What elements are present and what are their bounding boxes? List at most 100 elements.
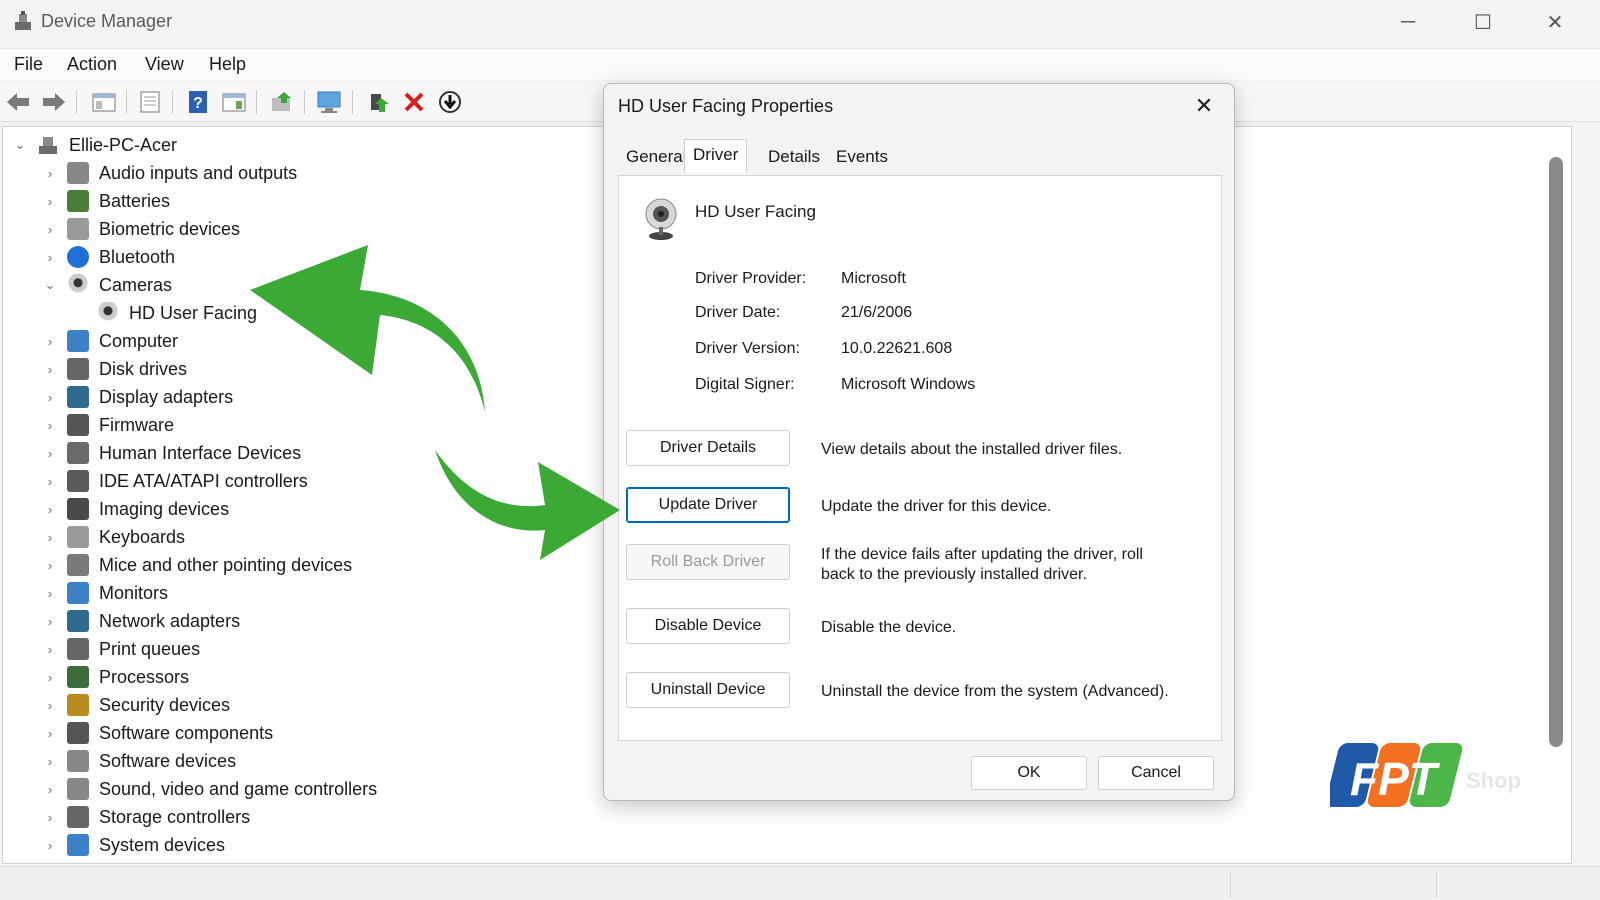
chevron-right-icon[interactable]: › — [43, 334, 57, 349]
chevron-right-icon[interactable]: › — [43, 810, 57, 825]
back-button[interactable] — [4, 88, 32, 116]
chevron-right-icon[interactable]: › — [43, 250, 57, 265]
disable-device-button[interactable] — [436, 88, 464, 116]
toolbar-separator — [172, 90, 173, 114]
tab-events[interactable]: Events — [828, 142, 896, 172]
properties-button[interactable] — [136, 88, 164, 116]
roll-back-driver-desc: If the device fails after updating the d… — [821, 546, 1143, 583]
webcam-icon — [645, 198, 677, 240]
monitor-icon — [67, 582, 89, 604]
chevron-right-icon[interactable]: › — [43, 362, 57, 377]
chevron-right-icon[interactable]: › — [43, 194, 57, 209]
menu-action[interactable]: Action — [67, 54, 117, 75]
dialog-close-button[interactable]: ✕ — [1184, 90, 1224, 122]
tree-item-label: Human Interface Devices — [99, 443, 302, 463]
system-device-icon — [67, 834, 89, 856]
vertical-scrollbar[interactable] — [1549, 157, 1563, 747]
scan-hardware-button[interactable] — [316, 88, 344, 116]
chevron-right-icon[interactable]: › — [43, 782, 57, 797]
printer-icon — [67, 638, 89, 660]
show-hide-console-tree-button[interactable] — [90, 88, 118, 116]
chevron-right-icon[interactable]: › — [43, 614, 57, 629]
tab-details[interactable]: Details — [760, 142, 828, 172]
red-x-icon — [404, 92, 424, 112]
chevron-right-icon[interactable]: › — [43, 474, 57, 489]
enable-device-button[interactable] — [364, 88, 392, 116]
chevron-down-icon[interactable]: ⌄ — [13, 137, 27, 152]
chevron-right-icon[interactable]: › — [43, 670, 57, 685]
device-manager-icon — [15, 11, 31, 30]
menu-view[interactable]: View — [145, 54, 184, 75]
uninstall-device-button[interactable] — [400, 88, 428, 116]
computer-icon — [67, 330, 89, 352]
chevron-right-icon[interactable]: › — [43, 558, 57, 573]
minimize-button[interactable]: ─ — [1385, 6, 1431, 38]
menu-file[interactable]: File — [14, 54, 43, 75]
ide-controller-icon — [67, 470, 89, 492]
update-driver-desc: Update the driver for this device. — [821, 498, 1052, 515]
menu-help[interactable]: Help — [209, 54, 246, 75]
digital-signer-value: Microsoft Windows — [841, 376, 976, 393]
driver-details-button[interactable]: Driver Details — [626, 430, 790, 466]
title-bar: Device Manager ─ ☐ ✕ — [0, 0, 1600, 44]
device-manager-window: Device Manager ─ ☐ ✕ File Action View He… — [0, 0, 1600, 900]
tree-item-label: System devices — [99, 835, 226, 855]
disable-device-button[interactable]: Disable Device — [626, 608, 790, 644]
tree-item-label: Keyboards — [99, 527, 186, 547]
forward-button[interactable] — [40, 88, 68, 116]
chevron-right-icon[interactable]: › — [43, 166, 57, 181]
tree-item-label: Storage controllers — [99, 807, 251, 827]
chevron-right-icon[interactable]: › — [43, 586, 57, 601]
disk-drive-icon — [67, 358, 89, 380]
chevron-right-icon[interactable]: › — [43, 502, 57, 517]
ok-button[interactable]: OK — [971, 756, 1087, 790]
help-icon: ? — [189, 91, 207, 113]
firmware-icon — [67, 414, 89, 436]
disable-device-desc: Disable the device. — [821, 619, 957, 636]
update-driver-toolbar-button[interactable] — [268, 88, 296, 116]
tree-item-label: Computer — [99, 331, 179, 351]
tree-item-label: Cameras — [99, 275, 173, 295]
fpt-logo: FPT — [1330, 743, 1463, 807]
chevron-right-icon[interactable]: › — [43, 446, 57, 461]
chevron-right-icon[interactable]: › — [43, 418, 57, 433]
action-pane-button[interactable] — [220, 88, 248, 116]
chevron-right-icon[interactable]: › — [43, 642, 57, 657]
tree-item-label: Sound, video and game controllers — [99, 779, 378, 799]
scan-hardware-icon — [317, 91, 341, 113]
chevron-right-icon[interactable]: › — [43, 754, 57, 769]
roll-back-driver-button[interactable]: Roll Back Driver — [626, 544, 790, 580]
arrow-right-icon — [43, 93, 65, 111]
tree-root-label: Ellie-PC-Acer — [69, 135, 178, 155]
status-divider — [1230, 871, 1231, 897]
chevron-right-icon[interactable]: › — [43, 838, 57, 853]
chevron-right-icon[interactable]: › — [43, 726, 57, 741]
tree-item-label: Software devices — [99, 751, 237, 771]
tree-item-label: Disk drives — [99, 359, 188, 379]
update-driver-button[interactable]: Update Driver — [626, 487, 790, 523]
tree-item-label: Security devices — [99, 695, 231, 715]
cancel-button[interactable]: Cancel — [1098, 756, 1214, 790]
chevron-right-icon[interactable]: › — [43, 390, 57, 405]
chevron-right-icon[interactable]: › — [43, 530, 57, 545]
chevron-right-icon[interactable]: › — [43, 698, 57, 713]
maximize-button[interactable]: ☐ — [1460, 6, 1506, 38]
chevron-right-icon[interactable]: › — [43, 222, 57, 237]
tab-driver[interactable]: Driver — [684, 139, 748, 173]
tree-item-label: Biometric devices — [99, 219, 241, 239]
toolbar-separator — [352, 90, 353, 114]
chevron-down-icon[interactable]: ⌄ — [43, 277, 57, 292]
close-button[interactable]: ✕ — [1532, 6, 1578, 38]
tree-item-label: Imaging devices — [99, 499, 230, 519]
driver-date-label: Driver Date: — [695, 304, 781, 321]
tree-item-label: HD User Facing — [129, 303, 258, 323]
battery-icon — [67, 190, 89, 212]
hid-icon — [67, 442, 89, 464]
tab-general[interactable]: General — [618, 142, 694, 172]
mouse-icon — [67, 554, 89, 576]
storage-controller-icon — [67, 806, 89, 828]
help-button[interactable]: ? — [184, 88, 212, 116]
action-pane-icon — [222, 93, 246, 112]
driver-version-value: 10.0.22621.608 — [841, 340, 953, 357]
uninstall-device-button[interactable]: Uninstall Device — [626, 672, 790, 708]
